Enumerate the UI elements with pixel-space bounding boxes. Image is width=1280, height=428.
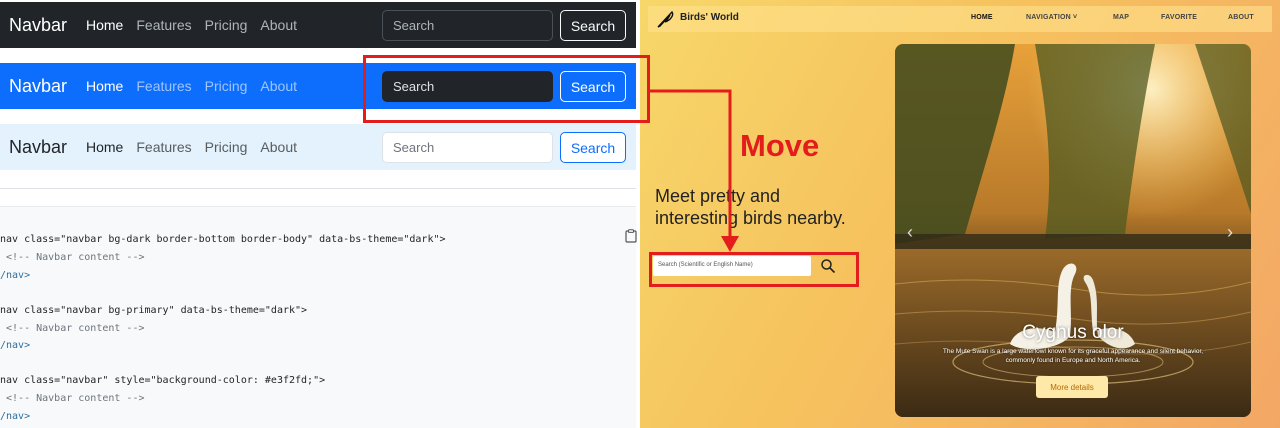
nav-link-pricing[interactable]: Pricing [205,139,248,155]
code-line: <!-- Navbar content --> [0,393,145,404]
nav-link-navigation-dropdown[interactable]: NAVIGATION ˅ [1026,14,1077,21]
search-highlight-box [649,252,859,287]
navbar-search-highlight-box [363,55,650,123]
navbar-dark: Navbar Home Features Pricing About Searc… [0,2,636,48]
code-block: nav class="navbar bg-dark border-bottom … [0,206,636,428]
code-line: /nav> [0,411,31,422]
more-details-button[interactable]: More details [1036,376,1108,398]
search-button[interactable]: Search [560,132,626,163]
nav-link-pricing[interactable]: Pricing [205,78,248,94]
navbar-links: Home Features Pricing About [86,78,297,94]
carousel-prev-icon[interactable]: ‹ [907,222,913,243]
image-carousel[interactable]: ‹ › Cygnus olor The Mute Swan is a large… [895,44,1251,417]
nav-link-about[interactable]: About [260,17,297,33]
screenshot-root: Navbar Home Features Pricing About Searc… [0,0,1280,428]
navbar-brand[interactable]: Navbar [0,76,86,97]
code-line: /nav> [0,270,31,281]
navbar-light-blue: Navbar Home Features Pricing About Searc… [0,124,636,170]
nav-link-features[interactable]: Features [136,78,191,94]
nav-link-features[interactable]: Features [136,139,191,155]
nav-link-map[interactable]: MAP [1113,14,1129,21]
navbar-brand[interactable]: Navbar [0,15,86,36]
site-navbar: Birds' World HOME NAVIGATION ˅ MAP FAVOR… [648,6,1272,32]
nav-link-home[interactable]: HOME [971,14,993,21]
nav-link-about[interactable]: ABOUT [1228,14,1254,21]
navbar-brand[interactable]: Navbar [0,137,86,158]
divider [0,188,636,189]
carousel-next-icon[interactable]: › [1227,222,1233,243]
code-line: <!-- Navbar content --> [0,252,145,263]
nav-link-about[interactable]: About [260,78,297,94]
nav-link-features[interactable]: Features [136,17,191,33]
code-line: nav class="navbar bg-primary" data-bs-th… [0,305,308,316]
feather-icon[interactable] [656,9,676,29]
clipboard-icon[interactable] [625,229,637,243]
navbar-links: Home Features Pricing About [86,17,297,33]
nav-link-pricing[interactable]: Pricing [205,17,248,33]
nav-link-favorite[interactable]: FAVORITE [1161,14,1197,21]
site-brand[interactable]: Birds' World [680,12,739,23]
nav-link-home[interactable]: Home [86,78,123,94]
search-button[interactable]: Search [560,10,626,41]
nav-link-home[interactable]: Home [86,17,123,33]
carousel-caption-description: The Mute Swan is a large waterfowl known… [942,348,1204,364]
nav-link-home[interactable]: Home [86,139,123,155]
hero-heading: Meet pretty and interesting birds nearby… [655,186,846,228]
nav-link-about[interactable]: About [260,139,297,155]
code-line: <!-- Navbar content --> [0,323,145,334]
search-input[interactable]: Search [382,10,553,41]
move-label: Move [740,128,820,163]
carousel-caption-title: Cygnus olor [1022,322,1124,343]
navbar-links: Home Features Pricing About [86,139,297,155]
code-line: /nav> [0,340,31,351]
birds-world-panel: Birds' World HOME NAVIGATION ˅ MAP FAVOR… [640,0,1280,428]
code-line: nav class="navbar bg-dark border-bottom … [0,234,446,245]
code-line: nav class="navbar" style="background-col… [0,375,326,386]
search-input[interactable]: Search [382,132,553,163]
